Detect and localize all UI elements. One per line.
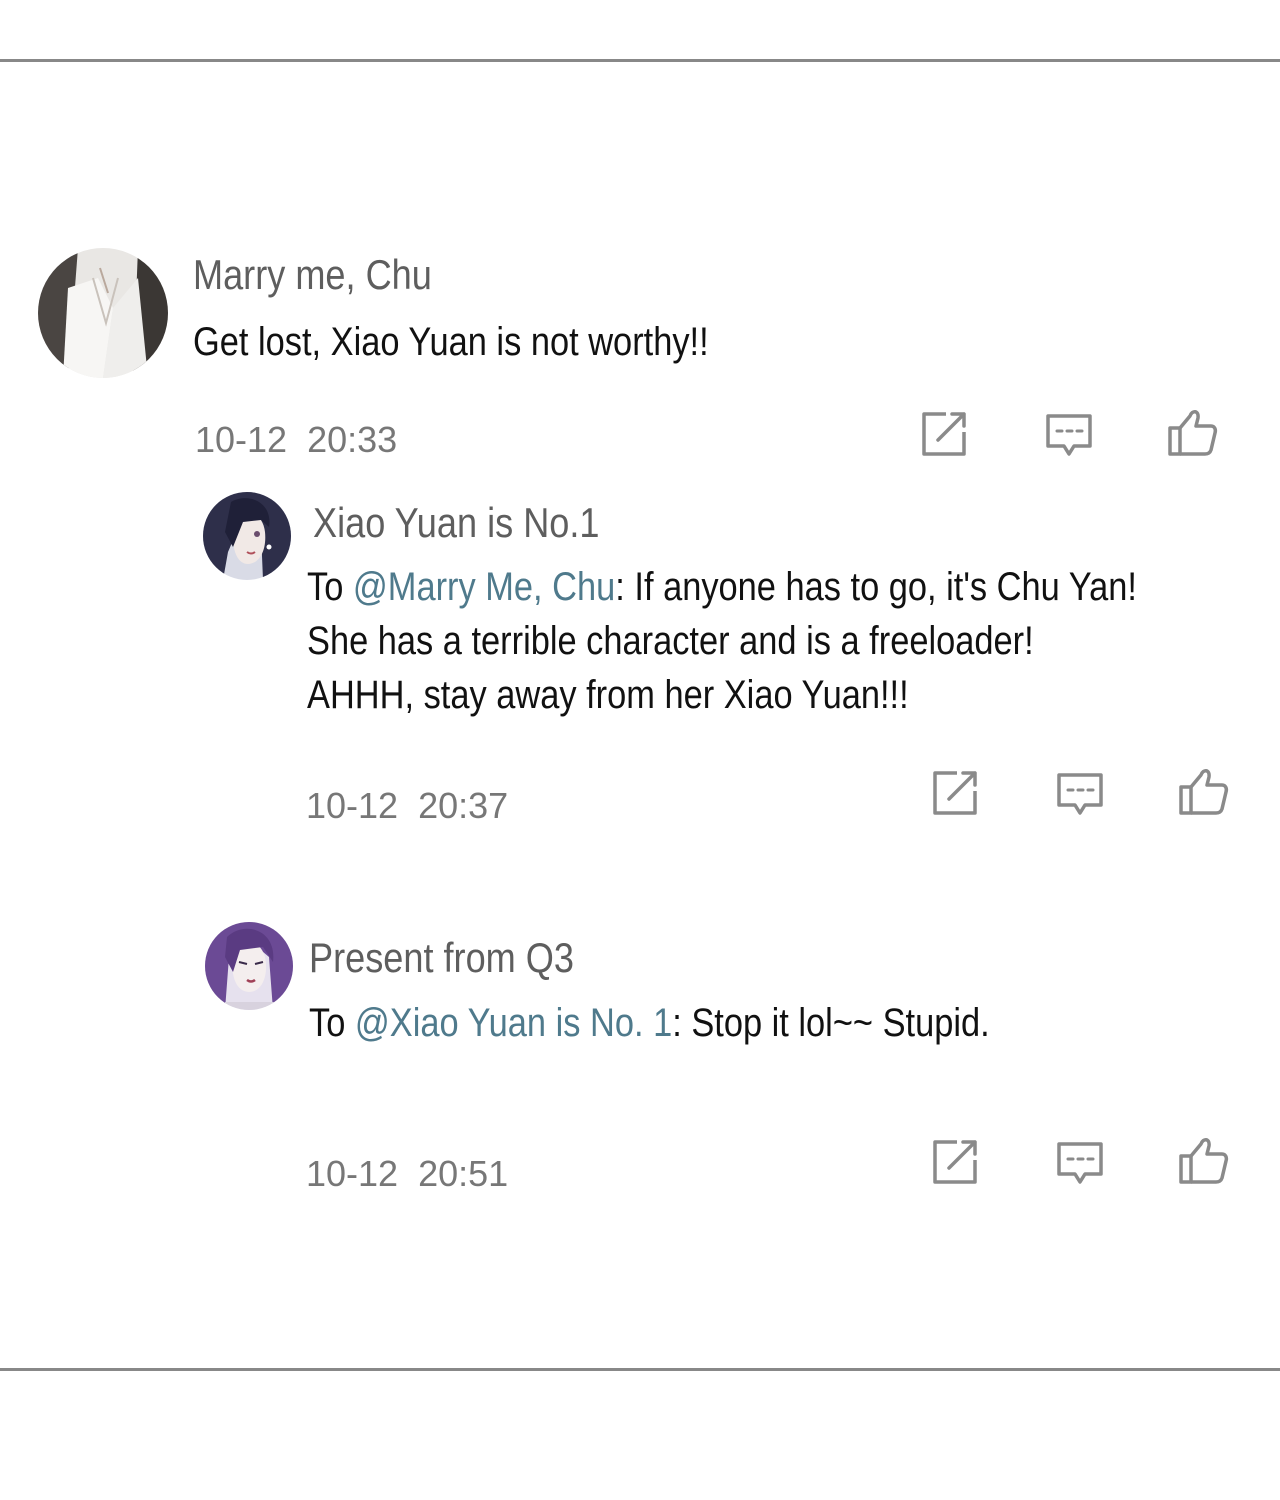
thumbs-up-icon	[1179, 1138, 1229, 1184]
avatar-xiao-yuan-is-no1[interactable]	[203, 492, 291, 580]
thumbs-up-icon	[1179, 769, 1229, 815]
avatar-purple-haired-woman-icon	[205, 922, 293, 1010]
mention-link[interactable]: @Xiao Yuan is No. 1	[355, 1001, 672, 1045]
comment-icon	[1057, 773, 1103, 815]
avatar-marry-me-chu[interactable]	[38, 248, 168, 378]
comment-3-like-button[interactable]	[1177, 1134, 1229, 1186]
comment-3-reply-button[interactable]	[1054, 1136, 1106, 1188]
avatar-present-from-q3[interactable]	[205, 922, 293, 1010]
comment-2-line1-rest: : If anyone has to go, it's Chu Yan!	[615, 565, 1137, 609]
reply-prefix: To	[307, 565, 353, 609]
comment-1-like-button[interactable]	[1166, 406, 1218, 458]
comment-1-reply-button[interactable]	[1043, 408, 1095, 460]
top-divider	[0, 59, 1280, 62]
comment-3-username[interactable]: Present from Q3	[309, 933, 574, 983]
comment-2-reply-button[interactable]	[1054, 767, 1106, 819]
comment-3-timestamp: 10-12 20:51	[306, 1153, 509, 1194]
comment-2-like-button[interactable]	[1177, 765, 1229, 817]
mention-link[interactable]: @Marry Me, Chu	[353, 565, 615, 609]
share-icon	[933, 771, 977, 815]
share-icon	[933, 1140, 977, 1184]
comment-3-text-line1: To @Xiao Yuan is No. 1: Stop it lol~~ St…	[309, 996, 990, 1050]
comment-2-share-button[interactable]	[929, 767, 981, 819]
comment-2-text-line1: To @Marry Me, Chu: If anyone has to go, …	[307, 560, 1137, 614]
comment-1-username[interactable]: Marry me, Chu	[193, 250, 432, 300]
avatar-dark-haired-woman-icon	[203, 492, 291, 580]
comment-3-line1-rest: : Stop it lol~~ Stupid.	[672, 1001, 990, 1045]
bottom-divider	[0, 1368, 1280, 1371]
comment-3-share-button[interactable]	[929, 1136, 981, 1188]
comment-1-share-button[interactable]	[918, 408, 970, 460]
comment-1-timestamp: 10-12 20:33	[195, 419, 398, 460]
comment-icon	[1046, 414, 1092, 456]
comment-2-text-line3: AHHH, stay away from her Xiao Yuan!!!	[307, 673, 909, 717]
share-icon	[922, 412, 966, 456]
thumbs-up-icon	[1168, 410, 1218, 456]
reply-prefix: To	[309, 1001, 355, 1045]
comment-2-text-line2: She has a terrible character and is a fr…	[307, 619, 1034, 663]
comment-2-timestamp: 10-12 20:37	[306, 785, 509, 826]
comment-1-text: Get lost, Xiao Yuan is not worthy!!	[193, 320, 709, 364]
comment-icon	[1057, 1142, 1103, 1184]
avatar-white-shirt-figure-icon	[38, 248, 168, 378]
comment-2-username[interactable]: Xiao Yuan is No.1	[313, 498, 600, 548]
